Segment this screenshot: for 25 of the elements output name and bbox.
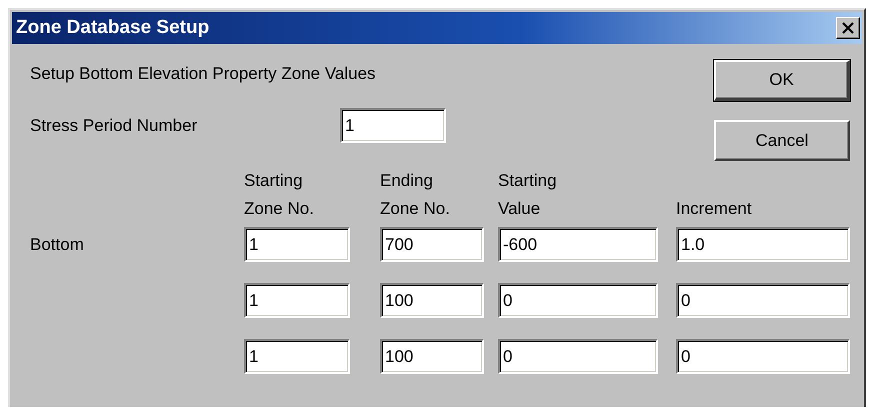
- close-button[interactable]: [836, 17, 860, 39]
- close-icon: [841, 22, 855, 34]
- zone-value-field[interactable]: 0: [676, 339, 850, 374]
- dialog-button[interactable]: OK: [714, 60, 850, 101]
- zone-value-field[interactable]: 1: [244, 339, 350, 374]
- column-header: Ending Zone No.: [380, 170, 451, 220]
- zone-value-field[interactable]: 100: [380, 339, 484, 374]
- zone-value-field[interactable]: 0: [498, 283, 658, 318]
- description-text: Setup Bottom Elevation Property Zone Values: [30, 64, 377, 85]
- dialog-button[interactable]: Cancel: [714, 120, 850, 161]
- zone-value-field[interactable]: 0: [676, 283, 850, 318]
- zone-value-field[interactable]: 1.0: [676, 227, 850, 262]
- column-header: Starting Zone No.: [244, 170, 315, 220]
- stress-period-field[interactable]: 1: [340, 108, 446, 143]
- field-label: Stress Period Number: [30, 116, 198, 136]
- window-title: Zone Database Setup: [16, 17, 210, 39]
- column-header: Increment: [676, 198, 753, 220]
- zone-value-field[interactable]: 100: [380, 283, 484, 318]
- zone-value-field[interactable]: -600: [498, 227, 658, 262]
- zone-value-field[interactable]: 700: [380, 227, 484, 262]
- zone-value-field[interactable]: 1: [244, 283, 350, 318]
- row-label: Bottom: [30, 234, 84, 254]
- column-header: Starting Value: [498, 170, 558, 220]
- zone-value-field[interactable]: 1: [244, 227, 350, 262]
- zone-value-field[interactable]: 0: [498, 339, 658, 374]
